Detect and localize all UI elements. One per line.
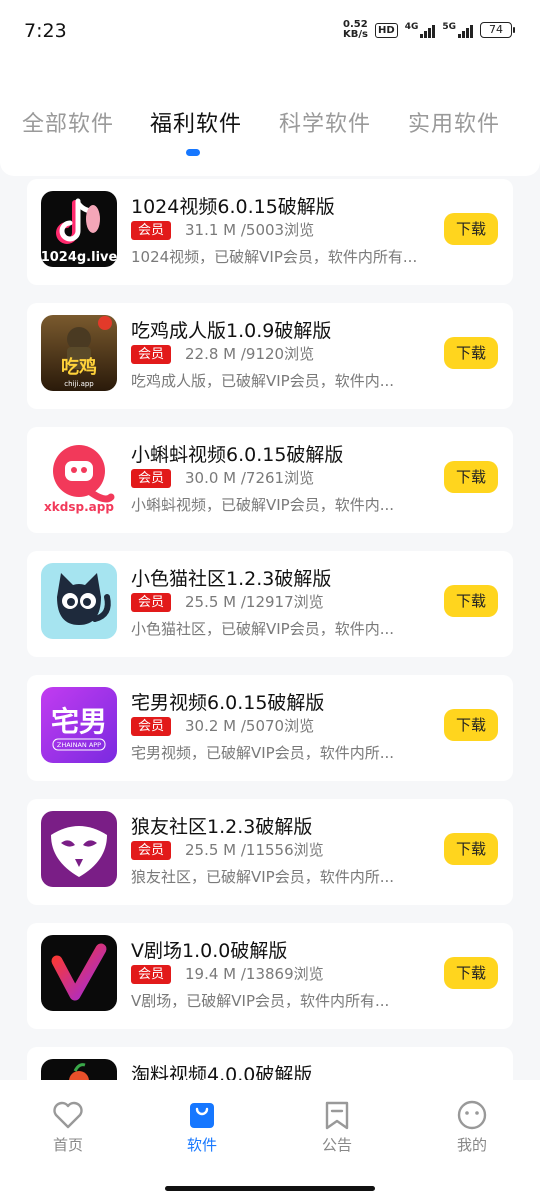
heart-icon — [53, 1101, 83, 1129]
app-description: 小色猫社区，已破解VIP会员，软件内... — [131, 620, 395, 638]
list-item[interactable]: 小色猫社区1.2.3破解版 会员 25.5 M /12917浏览 小色猫社区，已… — [27, 551, 513, 657]
app-icon-xkd: xkdsp.app — [41, 439, 117, 515]
vip-badge: 会员 — [131, 841, 172, 860]
svg-text:xkdsp.app: xkdsp.app — [44, 500, 114, 514]
app-title: 1024视频6.0.15破解版 — [131, 196, 335, 218]
app-description: 狼友社区，已破解VIP会员，软件内所... — [131, 868, 395, 886]
signal-icon-sim1: 4G — [405, 22, 436, 38]
svg-text:ZHAINAN APP: ZHAINAN APP — [57, 741, 101, 749]
app-icon-v-theater — [41, 935, 117, 1011]
app-description: 宅男视频，已破解VIP会员，软件内所... — [131, 744, 395, 762]
download-button[interactable]: 下载 — [444, 337, 498, 369]
vip-badge: 会员 — [131, 717, 172, 736]
nav-item-software[interactable]: 软件 — [167, 1100, 237, 1155]
app-size-views: 25.5 M /12917浏览 — [185, 593, 324, 611]
app-size-views: 22.8 M /9120浏览 — [185, 345, 315, 363]
network-speed-unit: KB/s — [343, 29, 369, 40]
download-button[interactable]: 下载 — [444, 833, 498, 865]
bottom-navigation: 首页 软件 公告 我的 — [0, 1080, 540, 1200]
active-tab-indicator — [186, 149, 200, 156]
app-description: 小蝌蚪视频，已破解VIP会员，软件内... — [131, 496, 395, 514]
app-size-views: 31.1 M /5003浏览 — [185, 221, 315, 239]
nav-label: 首页 — [52, 1136, 83, 1154]
bookmark-icon — [325, 1101, 349, 1130]
svg-text:1024g.live: 1024g.live — [41, 250, 117, 265]
app-icon-wolf-mask — [41, 811, 117, 887]
app-title: 宅男视频6.0.15破解版 — [131, 692, 325, 714]
shopping-bag-icon — [190, 1103, 214, 1128]
vip-badge: 会员 — [131, 221, 172, 240]
download-button[interactable]: 下载 — [444, 213, 498, 245]
vip-badge: 会员 — [131, 345, 172, 364]
tab-science-software[interactable]: 科学软件 — [279, 106, 371, 138]
app-size-views: 25.5 M /11556浏览 — [185, 841, 324, 859]
network-speed: 0.52 KB/s — [343, 20, 368, 40]
hd-icon: HD — [375, 22, 398, 38]
nav-label: 我的 — [456, 1136, 487, 1154]
app-icon-chiji: 吃鸡 chiji.app — [41, 315, 117, 391]
app-description: V剧场，已破解VIP会员，软件内所有... — [131, 992, 390, 1010]
vip-badge: 会员 — [131, 965, 172, 984]
status-time: 7:23 — [24, 20, 67, 42]
tab-utility-software[interactable]: 实用软件 — [408, 106, 500, 138]
list-item[interactable]: 宅男 ZHAINAN APP 宅男视频6.0.15破解版 会员 30.2 M /… — [27, 675, 513, 781]
app-title: 狼友社区1.2.3破解版 — [131, 816, 313, 838]
app-description: 1024视频，已破解VIP会员，软件内所有... — [131, 248, 418, 266]
list-item[interactable]: 吃鸡 chiji.app 吃鸡成人版1.0.9破解版 会员 22.8 M /91… — [27, 303, 513, 409]
status-bar: 7:23 0.52 KB/s HD 4G 5G 74 — [0, 0, 540, 64]
tab-all-software[interactable]: 全部软件 — [22, 106, 114, 138]
sim2-label: 5G — [442, 22, 456, 32]
category-tabs: 全部软件 福利软件 科学软件 实用软件 — [0, 64, 540, 176]
svg-text:chiji.app: chiji.app — [64, 380, 94, 388]
download-button[interactable]: 下载 — [444, 461, 498, 493]
svg-text:宅男: 宅男 — [51, 705, 107, 738]
status-indicators: 0.52 KB/s HD 4G 5G 74 — [343, 20, 515, 40]
download-button[interactable]: 下载 — [444, 709, 498, 741]
app-title: V剧场1.0.0破解版 — [131, 940, 288, 962]
app-size-views: 30.0 M /7261浏览 — [185, 469, 315, 487]
app-title: 小蝌蚪视频6.0.15破解版 — [131, 444, 344, 466]
list-item[interactable]: 狼友社区1.2.3破解版 会员 25.5 M /11556浏览 狼友社区，已破解… — [27, 799, 513, 905]
nav-label: 公告 — [321, 1136, 352, 1154]
home-indicator — [165, 1186, 375, 1191]
app-icon-cat — [41, 563, 117, 639]
nav-item-announcements[interactable]: 公告 — [302, 1100, 372, 1155]
vip-badge: 会员 — [131, 469, 172, 488]
sim1-label: 4G — [404, 22, 419, 32]
signal-icon-sim2: 5G — [442, 22, 473, 38]
svg-text:吃鸡: 吃鸡 — [61, 356, 97, 378]
app-title: 吃鸡成人版1.0.9破解版 — [131, 320, 332, 342]
download-button[interactable]: 下载 — [444, 585, 498, 617]
download-button[interactable]: 下载 — [444, 957, 498, 989]
vip-badge: 会员 — [131, 593, 172, 612]
nav-label: 软件 — [186, 1136, 217, 1154]
nav-item-home[interactable]: 首页 — [33, 1100, 103, 1155]
nav-item-mine[interactable]: 我的 — [437, 1100, 507, 1155]
app-icon-1024: 1024g.live — [41, 191, 117, 267]
tab-welfare-software[interactable]: 福利软件 — [150, 106, 242, 138]
app-title: 小色猫社区1.2.3破解版 — [131, 568, 332, 590]
app-size-views: 30.2 M /5070浏览 — [185, 717, 315, 735]
list-item[interactable]: 1024g.live 1024视频6.0.15破解版 会员 31.1 M /50… — [27, 179, 513, 285]
battery-icon: 74 — [480, 22, 515, 38]
list-item[interactable]: xkdsp.app 小蝌蚪视频6.0.15破解版 会员 30.0 M /7261… — [27, 427, 513, 533]
app-description: 吃鸡成人版，已破解VIP会员，软件内... — [131, 372, 395, 390]
app-icon-zhainan: 宅男 ZHAINAN APP — [41, 687, 117, 763]
list-item[interactable]: V剧场1.0.0破解版 会员 19.4 M /13869浏览 V剧场，已破解VI… — [27, 923, 513, 1029]
app-size-views: 19.4 M /13869浏览 — [185, 965, 324, 983]
smiley-icon — [457, 1100, 487, 1130]
